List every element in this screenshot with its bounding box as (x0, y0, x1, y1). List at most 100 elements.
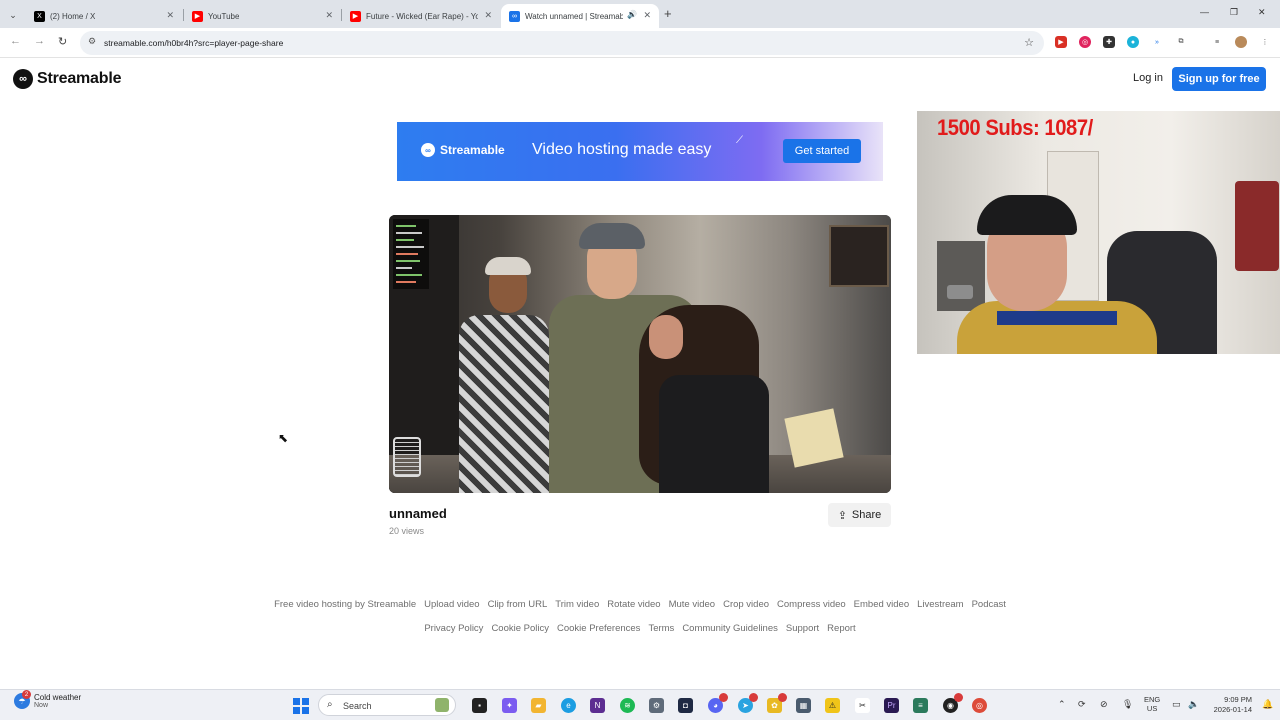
task-view-icon[interactable]: ▪ (472, 698, 487, 713)
back-icon[interactable]: ← (10, 35, 21, 47)
bookmark-star-icon[interactable]: ☆ (1024, 36, 1034, 49)
tray-chevron-icon[interactable]: ⌃ (1058, 699, 1066, 710)
url-text[interactable]: streamable.com/h0br4h?src=player-page-sh… (104, 38, 283, 48)
settings-gear-icon[interactable]: ⚙ (649, 698, 664, 713)
start-button[interactable] (293, 698, 309, 714)
footer-link[interactable]: Community Guidelines (682, 623, 778, 634)
footer-link[interactable]: Privacy Policy (424, 623, 483, 634)
app-icon[interactable]: ✿ (767, 693, 787, 713)
search-icon: ⌕ (327, 699, 333, 710)
media-control-icon[interactable]: ≡ (1211, 36, 1223, 48)
window-close-icon[interactable]: ✕ (1258, 7, 1266, 18)
forward-icon[interactable]: → (34, 35, 45, 47)
file-explorer-icon[interactable]: ▰ (531, 698, 546, 713)
warning-icon[interactable]: ⚠ (825, 698, 840, 713)
calculator-icon[interactable]: ▦ (796, 698, 811, 713)
footer-link[interactable]: Terms (648, 623, 674, 634)
extension-icon[interactable]: ◎ (1079, 36, 1091, 48)
footer-links-primary: Free video hosting by Streamable Upload … (0, 599, 1280, 610)
premiere-pro-icon[interactable]: Pr (884, 698, 899, 713)
notification-badge (719, 693, 728, 702)
tray-volume-icon[interactable]: 🔈 (1188, 699, 1199, 710)
profile-avatar[interactable] (1235, 36, 1247, 48)
close-icon[interactable]: ✕ (166, 10, 174, 21)
tab-streamable[interactable]: ∞ Watch unnamed | Streamabl 🔊 ✕ (501, 4, 659, 28)
extensions-puzzle-icon[interactable]: ⧉ (1175, 36, 1187, 48)
footer-link[interactable]: Livestream (917, 599, 963, 610)
footer-link[interactable]: Podcast (972, 599, 1006, 610)
chat-line (396, 274, 422, 276)
weather-widget[interactable]: ☂ 2 Cold weather Now (14, 690, 81, 709)
app-icon[interactable]: ◘ (678, 698, 693, 713)
region-code: US (1146, 704, 1158, 713)
tray-network-icon[interactable]: ▭ (1172, 699, 1181, 710)
tab-title: (2) Home / X (50, 11, 96, 21)
close-icon[interactable]: ✕ (484, 10, 492, 21)
tab-youtube[interactable]: ▶ YouTube ✕ (184, 4, 341, 28)
new-tab-icon[interactable]: + (664, 6, 672, 21)
tray-network-off-icon[interactable]: ⊘ (1100, 699, 1108, 710)
snipping-tool-icon[interactable]: ✂ (855, 698, 870, 713)
mouse-cursor-icon: ⬉ (278, 431, 289, 445)
login-link[interactable]: Log in (1133, 72, 1163, 84)
footer-link[interactable]: Clip from URL (488, 599, 548, 610)
obs-icon[interactable]: ◉ (943, 693, 963, 713)
tab-x-home[interactable]: X (2) Home / X ✕ (26, 4, 182, 28)
youtube-icon: ▶ (350, 10, 361, 22)
footer-link[interactable]: Crop video (723, 599, 769, 610)
search-label: Search (343, 701, 372, 711)
tray-microphone-icon[interactable]: 🎙 (1122, 699, 1133, 710)
language-indicator[interactable]: ENG US (1144, 695, 1160, 713)
footer-link[interactable]: Rotate video (607, 599, 660, 610)
system-clock[interactable]: 9:09 PM 2026-01-14 (1206, 695, 1252, 715)
telegram-icon[interactable]: ➤ (738, 693, 758, 713)
tab-search-icon[interactable]: ⌄ (4, 6, 22, 24)
close-icon[interactable]: ✕ (325, 10, 333, 21)
close-icon[interactable]: ✕ (643, 10, 651, 21)
footer-link[interactable]: Trim video (555, 599, 599, 610)
video-person-left-hat (485, 257, 531, 275)
spotify-icon[interactable]: ≋ (620, 698, 635, 713)
footer-link[interactable]: Cookie Policy (491, 623, 549, 634)
notepad-icon[interactable]: ≡ (913, 698, 928, 713)
extension-icon[interactable]: ✚ (1103, 36, 1115, 48)
share-button[interactable]: ⇪ Share (828, 503, 891, 527)
streamable-icon: ∞ (509, 10, 520, 22)
footer-link[interactable]: Upload video (424, 599, 479, 610)
nexus-app-icon[interactable]: N (590, 698, 605, 713)
discord-icon[interactable]: ◕ (708, 693, 728, 713)
reload-icon[interactable]: ↻ (58, 35, 67, 48)
site-info-icon[interactable]: ⚙ (88, 36, 96, 47)
tray-sync-icon[interactable]: ⟳ (1078, 699, 1086, 710)
footer-link[interactable]: Free video hosting by Streamable (274, 599, 416, 610)
notifications-bell-icon[interactable]: 🔔 (1262, 699, 1273, 710)
streamable-logo[interactable]: ∞ Streamable (13, 69, 121, 89)
edge-icon[interactable]: e (561, 698, 576, 713)
signup-button[interactable]: Sign up for free (1172, 67, 1266, 91)
video-player[interactable] (389, 215, 891, 493)
menu-kebab-icon[interactable]: ⋮ (1259, 36, 1271, 48)
footer-link[interactable]: Cookie Preferences (557, 623, 640, 634)
footer-link[interactable]: Support (786, 623, 819, 634)
footer-link[interactable]: Compress video (777, 599, 846, 610)
tab-future-wicked[interactable]: ▶ Future - Wicked (Ear Rape) - Yo ✕ (342, 4, 500, 28)
address-bar[interactable]: ⚙ streamable.com/h0br4h?src=player-page-… (80, 31, 1044, 55)
promo-banner[interactable]: ∞ Streamable Video hosting made easy ⟋ G… (397, 122, 883, 181)
footer-link[interactable]: Mute video (669, 599, 715, 610)
weather-icon: ☂ 2 (14, 690, 31, 709)
extension-icon[interactable]: ● (1127, 36, 1139, 48)
copilot-icon[interactable]: ✦ (502, 698, 517, 713)
minimize-icon[interactable]: — (1200, 7, 1209, 17)
footer-link[interactable]: Embed video (854, 599, 909, 610)
tab-strip: ⌄ X (2) Home / X ✕ ▶ YouTube ✕ ▶ Future … (0, 0, 1280, 28)
chrome-icon[interactable]: ◎ (972, 698, 987, 713)
extension-icon[interactable]: ▶ (1055, 36, 1067, 48)
chat-line (396, 232, 422, 234)
audio-playing-icon[interactable]: 🔊 (627, 10, 637, 19)
chat-line (396, 225, 416, 227)
extension-icon[interactable]: » (1151, 36, 1163, 48)
get-started-button[interactable]: Get started (783, 139, 861, 163)
restore-icon[interactable]: ❐ (1230, 7, 1238, 18)
footer-link[interactable]: Report (827, 623, 856, 634)
taskbar-search[interactable]: ⌕ Search (318, 694, 456, 716)
